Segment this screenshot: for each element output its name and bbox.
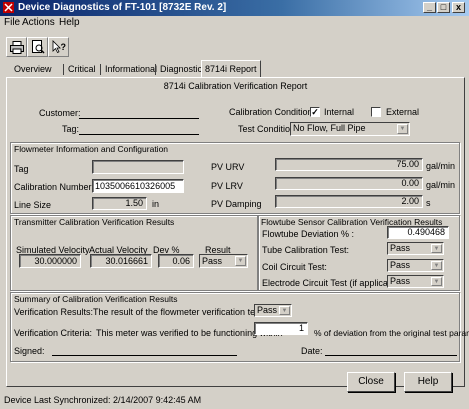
coil-circuit-value: Pass [390,260,411,270]
tube-calibration-label: Tube Calibration Test: [262,245,350,255]
flowmeter-tag-label: Tag [14,164,29,174]
coil-circuit-select[interactable]: Pass ▼ [387,259,444,272]
dropdown-arrow-icon: ▼ [431,244,442,253]
pv-urv-label: PV URV [211,162,245,172]
tube-calibration-select[interactable]: Pass ▼ [387,242,444,255]
dropdown-arrow-icon: ▼ [235,256,246,266]
verification-criteria-label: Verification Criteria: [14,328,93,338]
print-preview-icon [31,40,45,54]
calibration-conditions-label: Calibration Conditions: [229,107,320,117]
flowmeter-tag-field [92,160,184,174]
verification-result-value: Pass [257,305,278,315]
close-button[interactable]: Close [347,372,395,392]
signed-field[interactable] [52,355,237,356]
summary-group-title: Summary of Calibration Verification Resu… [14,294,178,304]
simulated-velocity-value: 30.000000 [19,254,81,268]
print-preview-button[interactable] [27,37,48,57]
pv-urv-unit: gal/min [426,161,456,171]
customer-label: Customer: [39,108,81,118]
print-button[interactable] [6,37,27,57]
close-window-button[interactable]: x [452,2,465,13]
verification-result-select[interactable]: Pass ▼ [254,304,292,317]
flowmeter-group-title: Flowmeter Information and Configuration [14,144,169,154]
verification-criteria-suffix: % of deviation from the original test pa… [314,328,469,338]
external-label: External [386,107,420,117]
report-panel: 8714i Calibration Verification Report Cu… [6,77,469,392]
maximize-button[interactable]: □ [437,2,450,13]
electrode-circuit-value: Pass [390,276,411,286]
help-pointer-icon: ? [52,40,66,54]
tab-separator [100,64,101,75]
date-field[interactable] [325,355,457,356]
pv-damping-label: PV Damping [211,199,262,209]
tag-label: Tag: [62,124,80,134]
electrode-circuit-label: Electrode Circuit Test (if applicable): [262,278,406,288]
calibration-number-field[interactable]: 1035006610326005 [92,179,184,193]
flowtube-deviation-value: 0.490468 [387,226,449,239]
tag-field[interactable] [79,134,199,135]
verification-results-text: The result of the flowmeter verification… [93,307,274,317]
dropdown-arrow-icon: ▼ [397,124,408,134]
tab-separator [155,64,156,75]
print-icon [9,40,24,54]
app-icon [3,2,14,13]
external-checkbox[interactable] [371,107,381,117]
internal-label: Internal [324,107,355,117]
transmitter-result-value: Pass [202,256,223,266]
pv-urv-value: 75.00 [275,158,423,171]
actual-velocity-value: 30.016661 [90,254,152,268]
tab-8714i-report[interactable]: 8714i Report [201,60,261,78]
report-heading: 8714i Calibration Verification Report [163,81,308,91]
signed-label: Signed: [14,346,45,356]
tab-critical[interactable]: Critical [65,62,99,77]
checkmark-icon: ✓ [311,107,319,117]
internal-checkbox[interactable]: ✓ [310,107,320,117]
verification-results-label: Verification Results: [14,307,94,317]
tab-overview[interactable]: Overview [11,62,55,77]
tab-informational[interactable]: Informational [102,62,160,77]
window-title: Device Diagnostics of FT-101 [8732E Rev.… [18,2,227,13]
test-conditions-value: No Flow, Full Pipe [293,123,366,133]
pv-damping-value: 2.00 [275,195,423,208]
line-size-label: Line Size [14,200,52,210]
menu-help[interactable]: Help [59,17,80,28]
calibration-number-label: Calibration Number [14,182,92,192]
dev-percent-value: 0.06 [158,254,194,268]
transmitter-result-select[interactable]: Pass ▼ [199,254,248,268]
menu-bar: File Actions Help [0,16,469,30]
electrode-circuit-select[interactable]: Pass ▼ [387,275,444,288]
menu-actions[interactable]: Actions [22,17,55,28]
tab-separator [63,64,64,75]
verification-criteria-value[interactable]: 1 [254,322,308,335]
pv-lrv-value: 0.00 [275,177,423,190]
line-size-unit: in [152,199,160,209]
date-label: Date: [301,346,323,356]
menu-file[interactable]: File [4,17,20,28]
title-bar: Device Diagnostics of FT-101 [8732E Rev.… [0,0,469,16]
pv-lrv-unit: gal/min [426,180,456,190]
minimize-button[interactable]: _ [423,2,436,13]
pv-lrv-label: PV LRV [211,181,243,191]
coil-circuit-label: Coil Circuit Test: [262,262,327,272]
transmitter-group-title: Transmitter Calibration Verification Res… [14,217,175,227]
tube-calibration-value: Pass [390,243,411,253]
help-button[interactable]: Help [404,372,452,392]
pv-damping-unit: s [426,198,431,208]
flowtube-deviation-label: Flowtube Deviation % : [262,229,355,239]
help-pointer-button[interactable]: ? [48,37,69,57]
test-conditions-select[interactable]: No Flow, Full Pipe ▼ [290,122,410,136]
dropdown-arrow-icon: ▼ [279,306,290,315]
dropdown-arrow-icon: ▼ [431,277,442,286]
dropdown-arrow-icon: ▼ [431,261,442,270]
line-size-value: 1.50 [92,197,147,210]
status-bar: Device Last Synchronized: 2/14/2007 9:42… [0,392,469,409]
svg-text:?: ? [60,42,66,52]
status-text: Device Last Synchronized: 2/14/2007 9:42… [4,395,202,405]
customer-field[interactable] [79,118,199,119]
